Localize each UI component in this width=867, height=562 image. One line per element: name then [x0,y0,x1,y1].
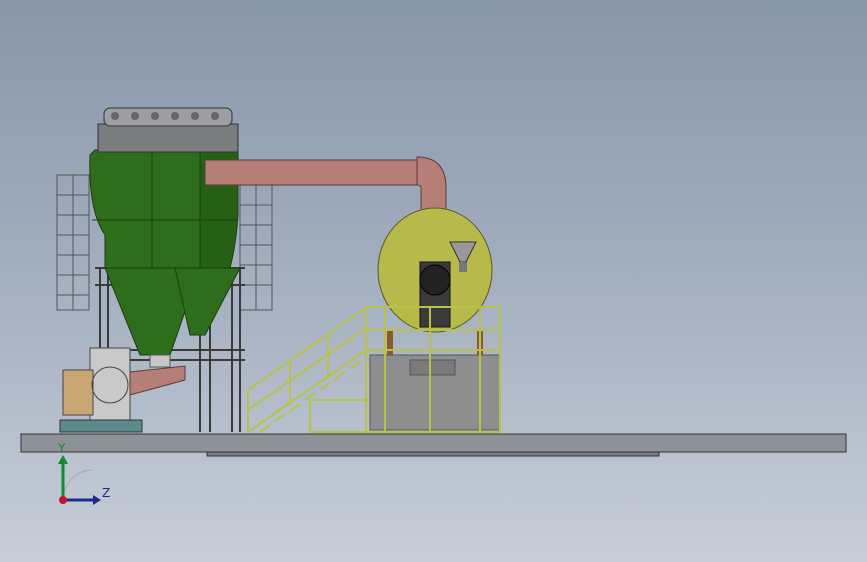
blower-outlet-duct[interactable] [129,365,186,396]
cad-viewport[interactable]: Y Z [0,0,867,562]
duct-elbow[interactable] [416,156,447,214]
silo-body-left[interactable] [89,149,201,269]
fan-inlet-neck [459,262,467,272]
base-plate[interactable] [20,433,847,453]
triad-origin [59,496,67,504]
triad-y-label: Y [58,441,66,455]
fan-hub[interactable] [419,264,451,296]
y-axis-arrowhead [58,455,68,464]
cad-model-view[interactable] [0,0,867,562]
blower-skid [59,419,143,433]
hopper-outlet [149,354,171,368]
stairs[interactable] [247,307,370,433]
triad-z-label: Z [102,486,111,500]
duct-horizontal[interactable] [204,159,418,186]
blower-motor[interactable] [62,369,94,416]
cabinet-panel [409,359,456,376]
blower-housing[interactable] [89,347,131,424]
silo-top-ring[interactable] [97,123,239,153]
fan-support-legs [387,330,483,355]
silo-hopper-right[interactable] [174,267,241,336]
z-axis-arrowhead [93,495,101,505]
base-plate-underside [206,451,660,457]
axis-triad [58,455,101,505]
